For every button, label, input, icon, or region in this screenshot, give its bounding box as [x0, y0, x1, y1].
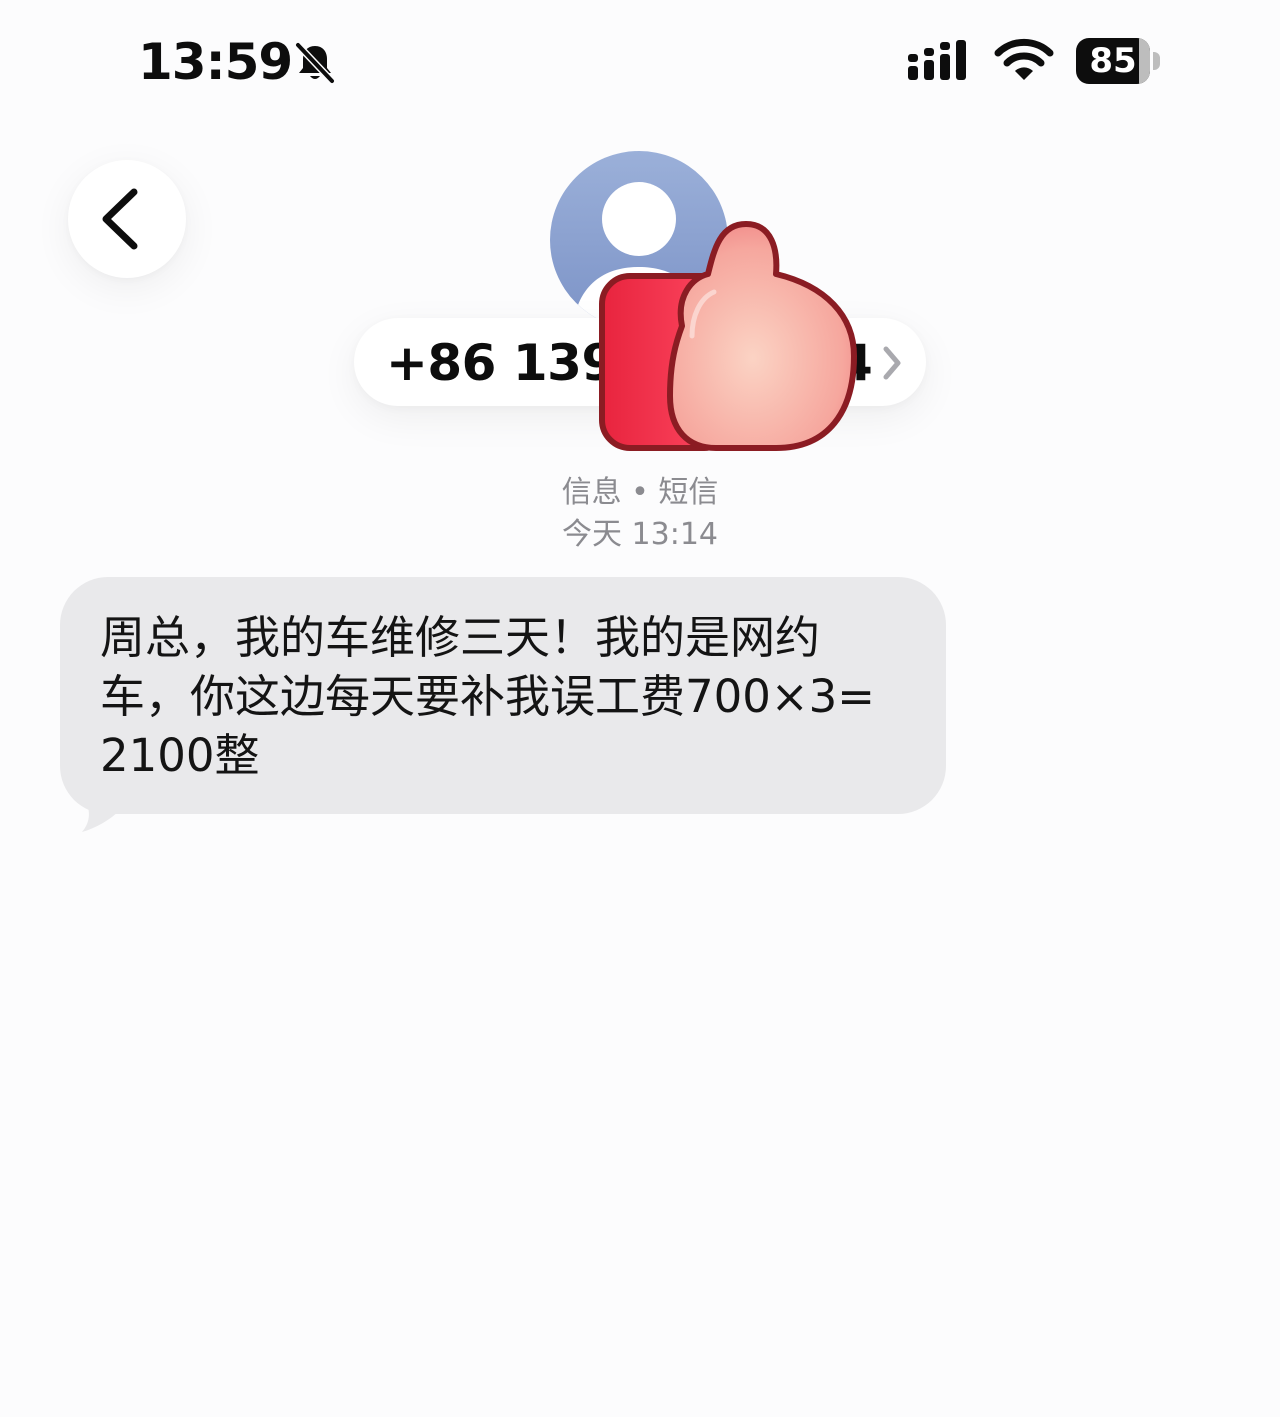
mute-icon — [295, 42, 335, 84]
message-text: 周总，我的车维修三天！我的是网约车，你这边每天要补我误工费700×3=2100整 — [100, 611, 875, 782]
status-time: 13:59 — [138, 33, 293, 91]
battery-cap — [1153, 52, 1160, 70]
signal-icon — [908, 40, 966, 80]
chevron-right-icon — [883, 346, 901, 380]
wifi-icon — [994, 38, 1054, 80]
thumbs-up-sticker-icon — [599, 221, 857, 451]
message-date: 今天 13:14 — [562, 517, 718, 552]
battery-level: 85 — [1089, 41, 1137, 81]
contact-number: +86 139 — [386, 334, 616, 392]
back-button[interactable] — [68, 160, 186, 278]
battery-icon: 85 — [1076, 38, 1150, 84]
chevron-left-icon — [102, 188, 138, 250]
service-label: 信息 • 短信 — [561, 475, 719, 510]
